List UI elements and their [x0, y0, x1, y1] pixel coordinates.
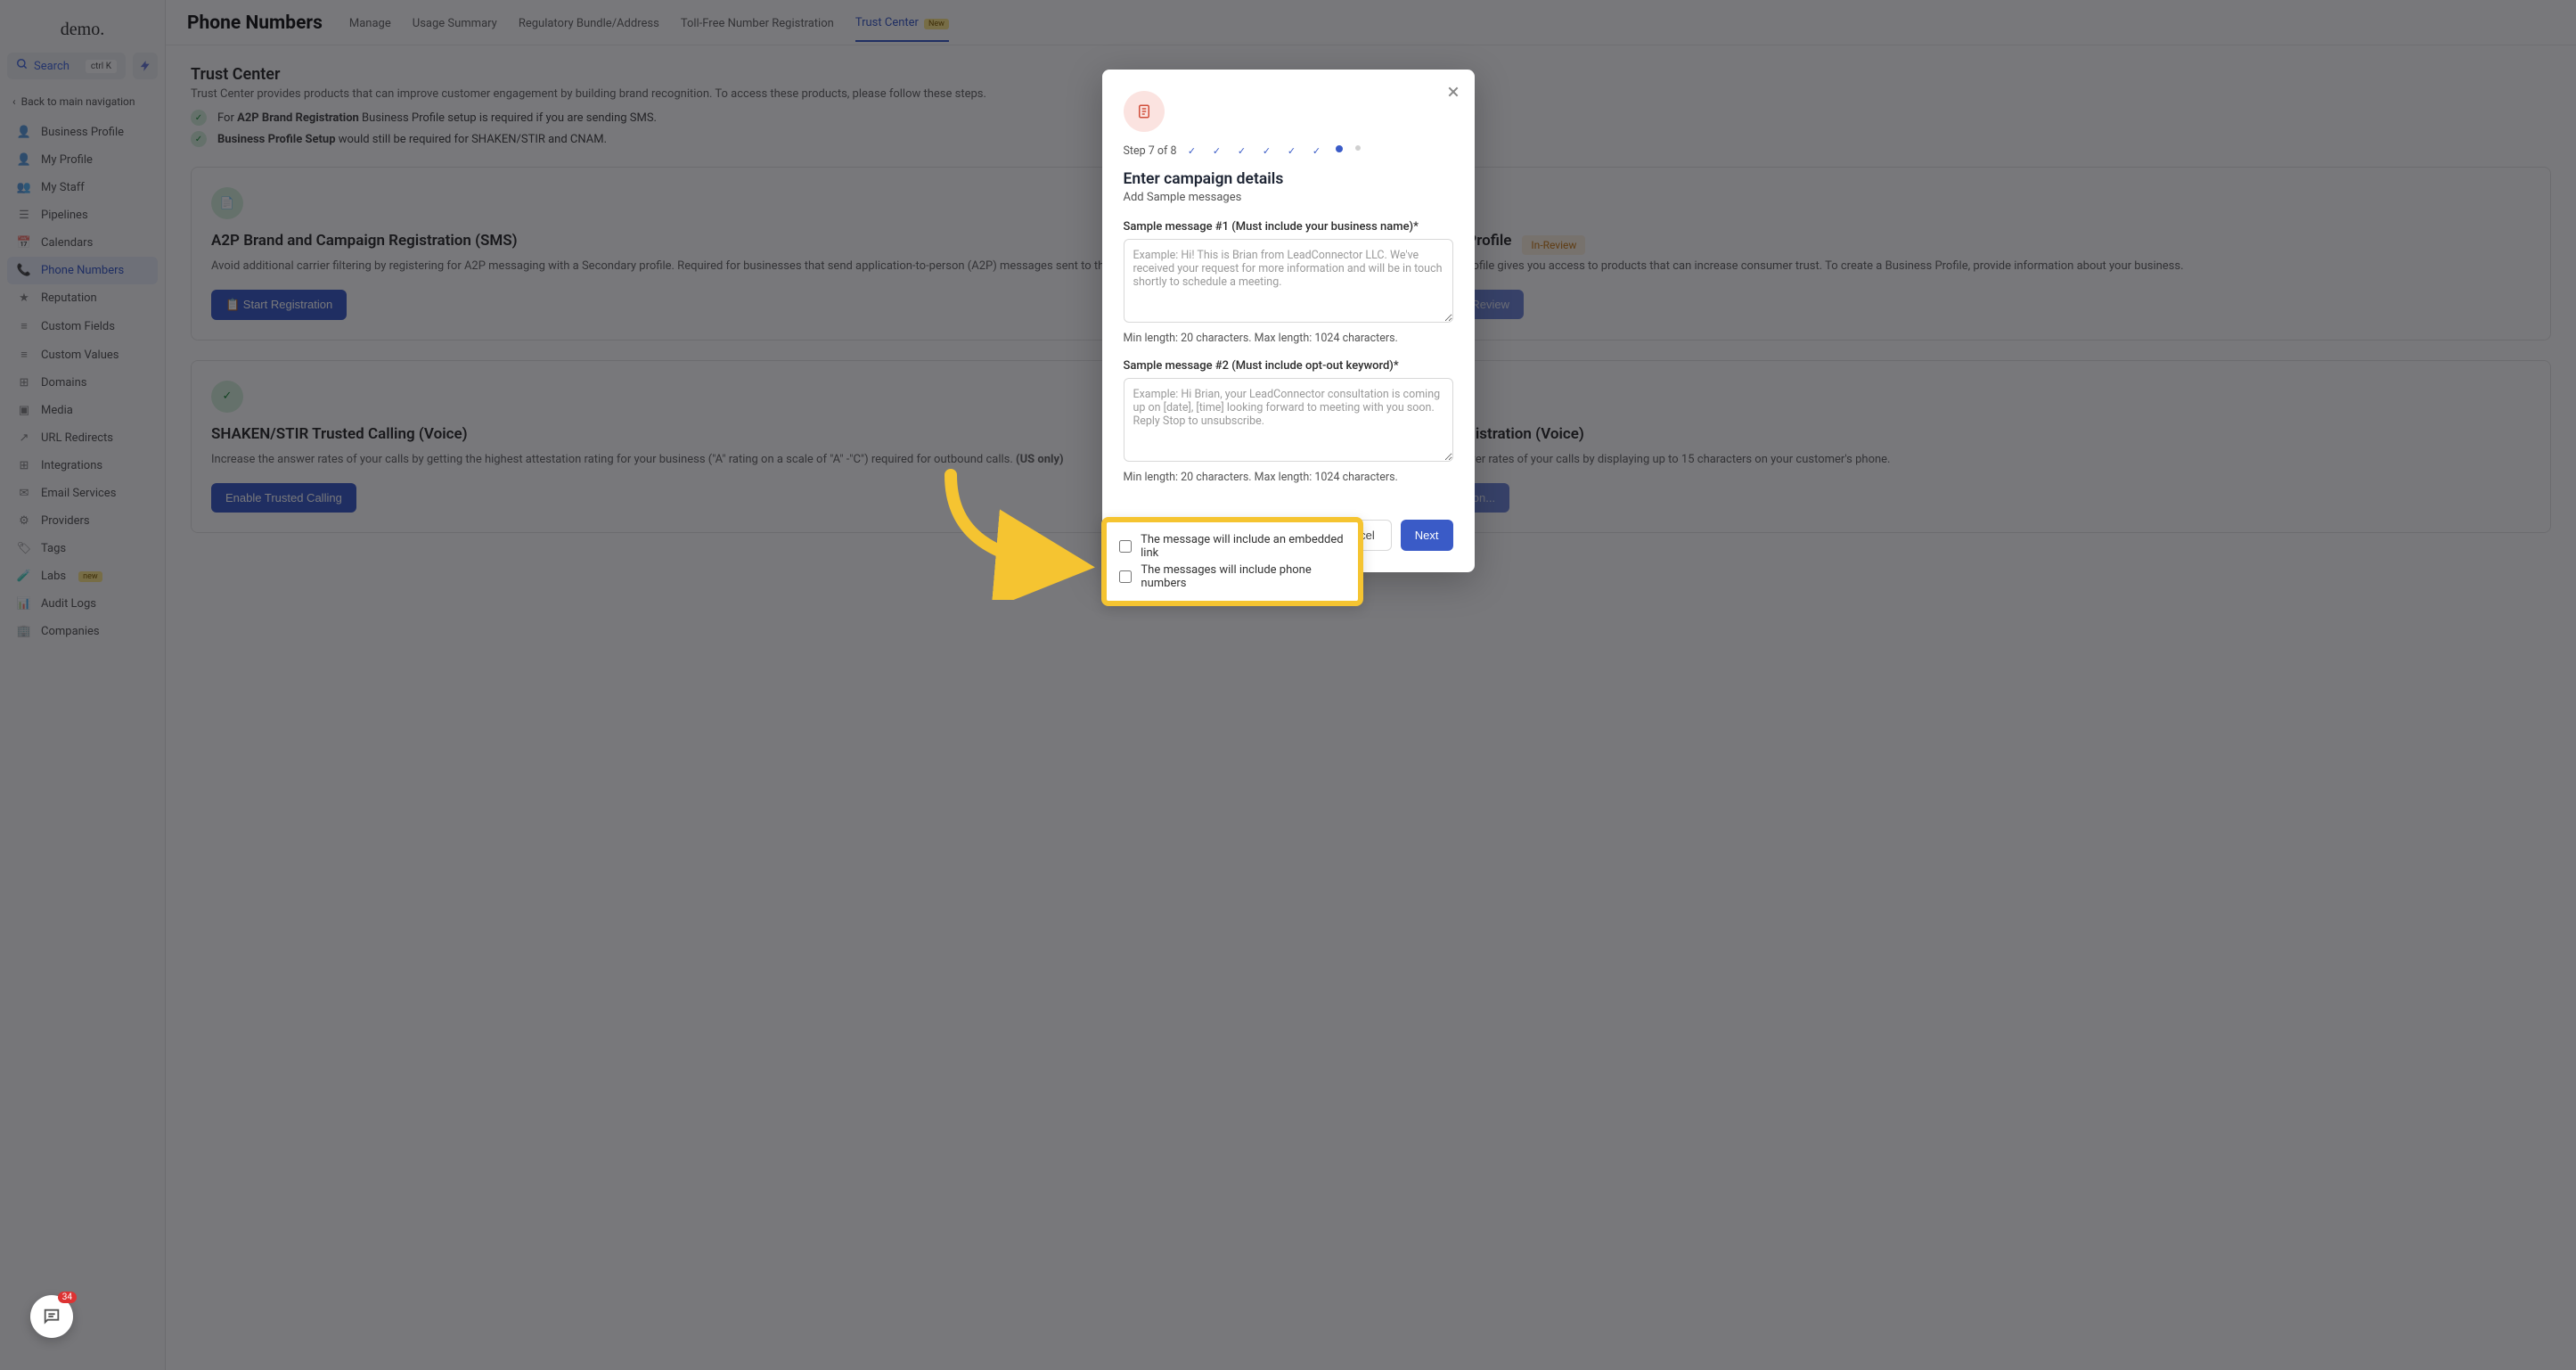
step-dot-done: ✓	[1261, 145, 1273, 158]
sample2-textarea[interactable]	[1124, 378, 1453, 462]
sample2-label: Sample message #2 (Must include opt-out …	[1124, 359, 1453, 373]
step-dot-done: ✓	[1286, 145, 1298, 158]
step-dot-done: ✓	[1186, 145, 1198, 158]
chat-count-badge: 34	[58, 1292, 77, 1303]
campaign-details-modal: Step 7 of 8 ✓ ✓ ✓ ✓ ✓ ✓ Enter campaign d…	[1102, 70, 1475, 572]
step-dot-done: ✓	[1236, 145, 1248, 158]
step-dots: ✓ ✓ ✓ ✓ ✓ ✓	[1186, 145, 1361, 158]
step-dot-future	[1355, 145, 1361, 151]
next-button[interactable]: Next	[1401, 520, 1453, 551]
embedded-link-checkbox[interactable]	[1119, 539, 1133, 554]
embedded-link-label: The message will include an embedded lin…	[1141, 533, 1345, 560]
modal-subtitle: Add Sample messages	[1124, 191, 1453, 204]
modal-wrapper: Step 7 of 8 ✓ ✓ ✓ ✓ ✓ ✓ Enter campaign d…	[0, 0, 2576, 1370]
chat-bubble[interactable]: 34	[30, 1295, 73, 1338]
close-button[interactable]	[1446, 82, 1460, 103]
phone-numbers-label: The messages will include phone numbers	[1141, 563, 1345, 590]
phone-numbers-checkbox[interactable]	[1119, 570, 1133, 584]
sample1-textarea[interactable]	[1124, 239, 1453, 323]
modal-header-icon	[1124, 91, 1165, 132]
sample1-label: Sample message #1 (Must include your bus…	[1124, 220, 1453, 234]
modal-title: Enter campaign details	[1124, 170, 1453, 188]
step-dot-current	[1336, 145, 1343, 152]
step-dot-done: ✓	[1311, 145, 1323, 158]
step-dot-done: ✓	[1211, 145, 1223, 158]
sample1-hint: Min length: 20 characters. Max length: 1…	[1124, 332, 1453, 345]
step-indicator: Step 7 of 8	[1124, 144, 1177, 158]
sample2-hint: Min length: 20 characters. Max length: 1…	[1124, 471, 1453, 484]
annotation-highlight: The message will include an embedded lin…	[1101, 517, 1363, 606]
